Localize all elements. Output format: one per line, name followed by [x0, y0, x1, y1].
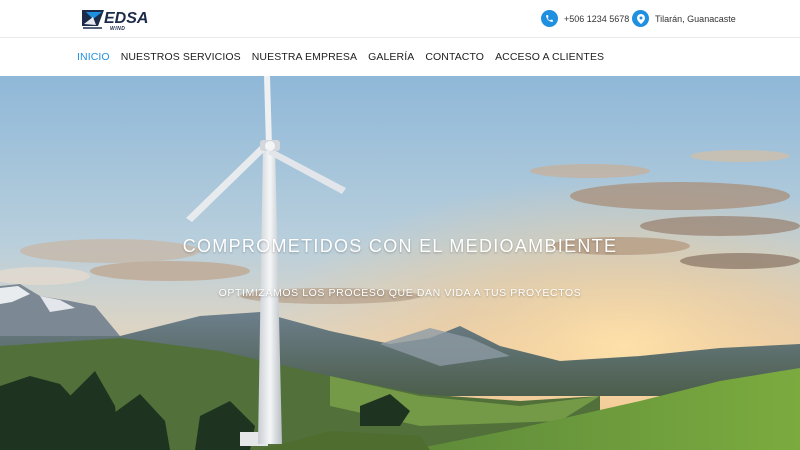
company-logo[interactable]: EDSA WIND — [80, 6, 172, 32]
hero-background-image — [0, 76, 800, 450]
phone-icon — [541, 10, 558, 27]
location-text: Tilarán, Guanacaste — [655, 13, 736, 24]
nav-item-contacto[interactable]: CONTACTO — [425, 51, 484, 63]
nav-item-servicios[interactable]: NUESTROS SERVICIOS — [121, 51, 241, 63]
hero-subtitle: OPTIMIZAMOS LOS PROCESO QUE DAN VIDA A T… — [218, 287, 582, 299]
nav-item-inicio[interactable]: INICIO — [77, 51, 110, 63]
hero-banner: COMPROMETIDOS CON EL MEDIOAMBIENTE OPTIM… — [0, 76, 800, 450]
phone-contact[interactable]: +506 1234 5678 — [541, 9, 629, 28]
top-bar: EDSA WIND +506 1234 5678 Tilarán, Guanac… — [0, 0, 800, 38]
map-pin-icon — [632, 10, 649, 27]
location-contact[interactable]: Tilarán, Guanacaste — [632, 9, 736, 28]
logo-subtext: WIND — [110, 26, 125, 32]
phone-number: +506 1234 5678 — [564, 13, 630, 24]
logo-graphic: EDSA WIND — [82, 10, 148, 32]
nav-item-galeria[interactable]: GALERÍA — [368, 51, 414, 63]
nav-item-empresa[interactable]: NUESTRA EMPRESA — [252, 51, 357, 63]
main-nav: INICIO NUESTROS SERVICIOS NUESTRA EMPRES… — [0, 38, 800, 76]
nav-menu: INICIO NUESTROS SERVICIOS NUESTRA EMPRES… — [77, 51, 615, 63]
logo-text: EDSA — [104, 10, 148, 27]
nav-item-acceso-clientes[interactable]: ACCESO A CLIENTES — [495, 51, 604, 63]
hero-title: COMPROMETIDOS CON EL MEDIOAMBIENTE — [182, 236, 618, 256]
